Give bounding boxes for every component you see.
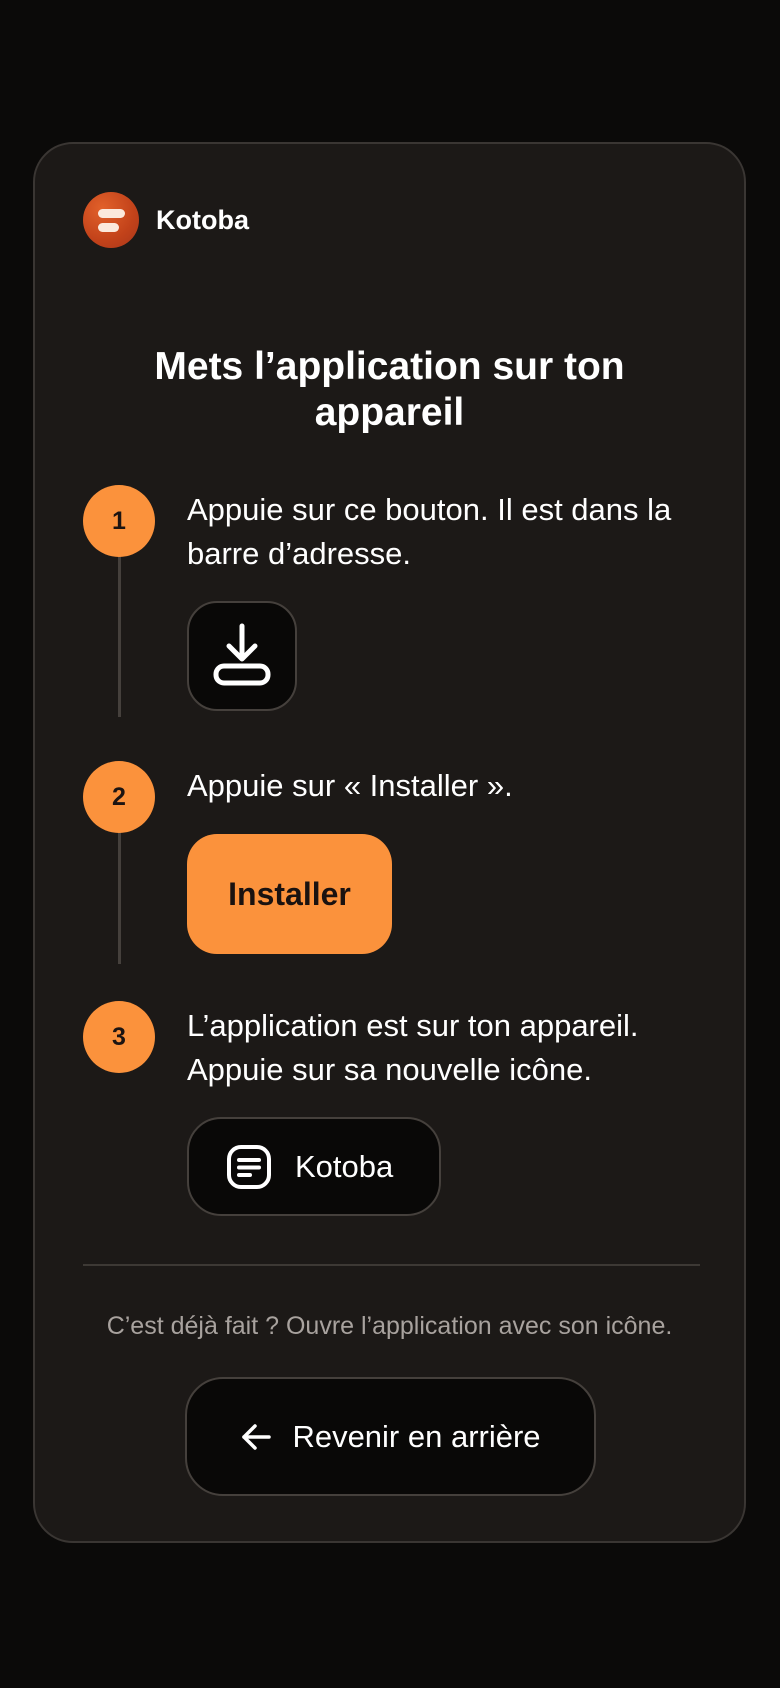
install-button-illustration: Installer (187, 834, 392, 954)
step-text-2: Appuie sur « Installer ». (187, 768, 513, 803)
brand-header: Kotoba (83, 192, 249, 248)
app-icon-illustration: Kotoba (187, 1117, 441, 1216)
back-button[interactable]: Revenir en arrière (185, 1377, 596, 1496)
page-title: Mets l’application sur ton appareil (35, 344, 744, 436)
install-card: Kotoba Mets l’application sur ton appare… (33, 142, 746, 1543)
app-list-icon (225, 1143, 273, 1191)
step-number-1: 1 (83, 485, 155, 557)
download-icon (212, 622, 272, 691)
step-text-1: Appuie sur ce bouton. Il est dans la bar… (187, 492, 672, 571)
step-text-3: L’application est sur ton appareil. Appu… (187, 1008, 639, 1087)
arrow-left-icon (240, 1420, 274, 1454)
divider (83, 1264, 700, 1266)
already-installed-hint: C’est déjà fait ? Ouvre l’application av… (106, 1312, 673, 1340)
step-number-3: 3 (83, 1001, 155, 1073)
step-number-2: 2 (83, 761, 155, 833)
brand-name: Kotoba (156, 204, 249, 235)
back-button-label: Revenir en arrière (292, 1418, 541, 1454)
app-icon-label: Kotoba (295, 1148, 394, 1184)
download-button-illustration (187, 601, 297, 711)
kotoba-logo-icon (83, 192, 139, 248)
page-title-text: Mets l’application sur ton appareil (154, 345, 625, 434)
